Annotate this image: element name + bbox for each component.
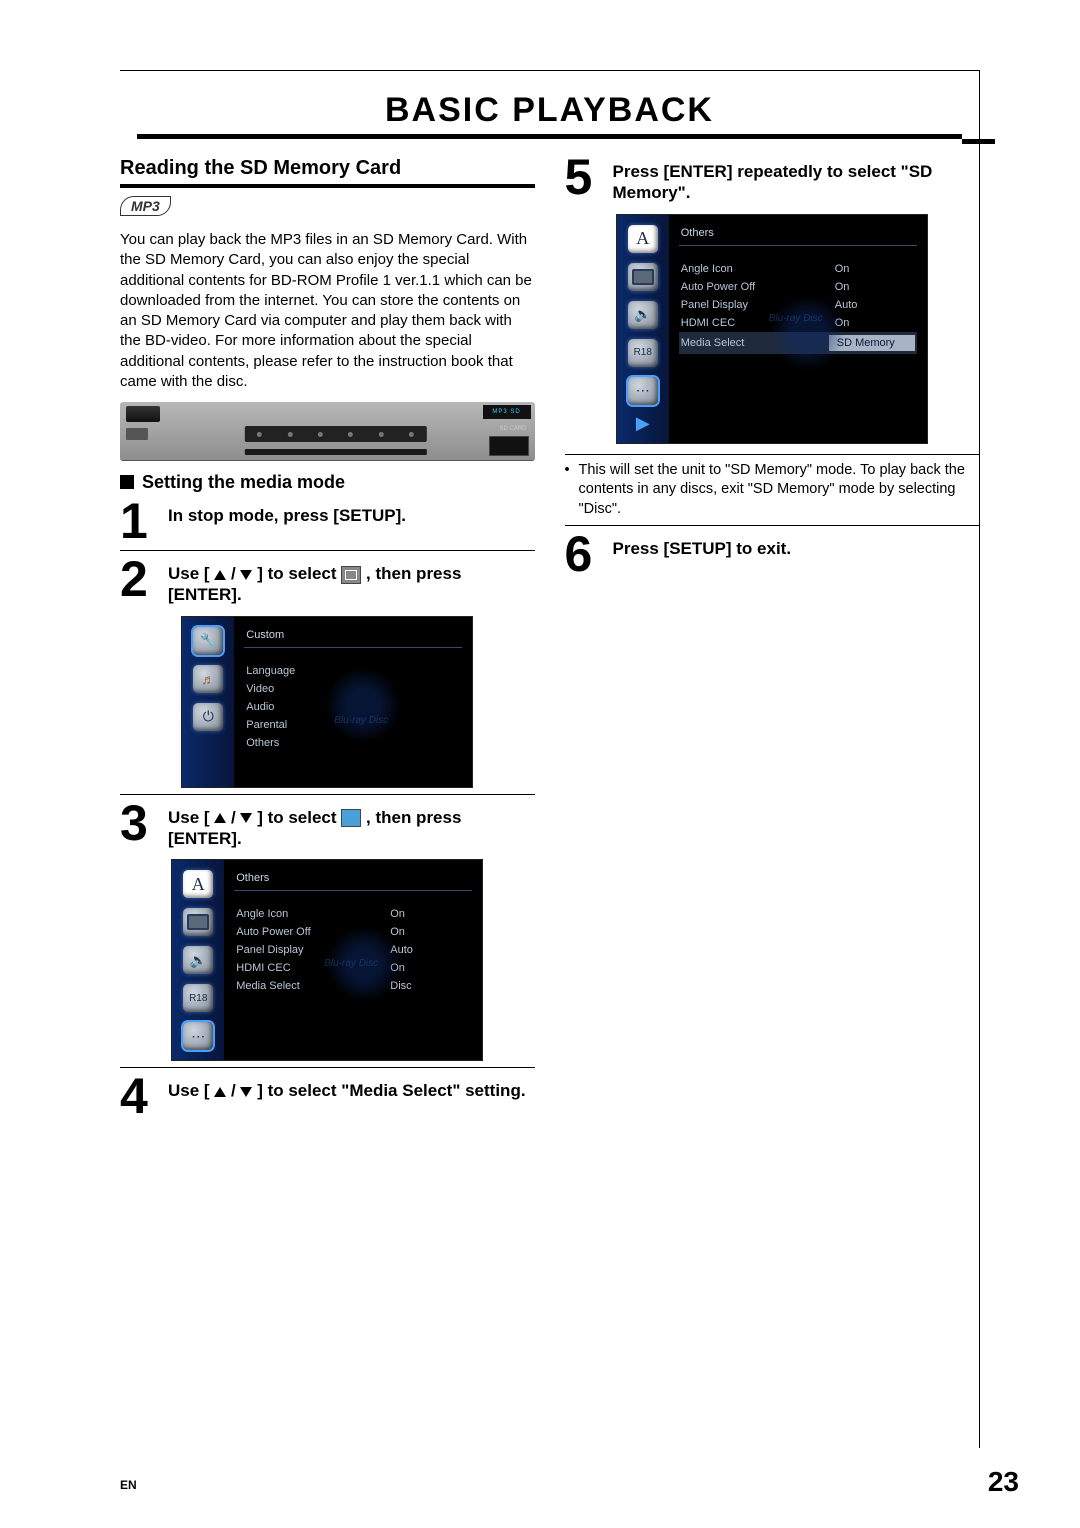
osd-row: Angle IconOn	[234, 905, 472, 923]
osd-category: Custom	[244, 625, 462, 648]
step-1: 1 In stop mode, press [SETUP].	[120, 499, 535, 544]
down-arrow-icon	[240, 1087, 252, 1097]
osd-icon-A: A	[183, 870, 213, 898]
bullet-dot-icon: •	[565, 461, 579, 520]
osd-icon-monitor	[628, 263, 658, 291]
step-number: 5	[565, 155, 613, 200]
step-text: In stop mode, press [SETUP].	[168, 499, 406, 526]
down-arrow-icon	[240, 570, 252, 580]
step-3: 3 Use [ / ] to select , then press [ENTE…	[120, 794, 535, 850]
page-number: 23	[988, 1466, 1019, 1498]
intro-paragraph: You can play back the MP3 files in an SD…	[120, 230, 535, 392]
step-number: 1	[120, 499, 168, 544]
device-panel: MP3 SD	[483, 405, 531, 419]
step-2: 2 Use [ / ] to select , then press [ENTE…	[120, 550, 535, 606]
osd-icon-speaker: 🔈	[183, 946, 213, 974]
step-text: Press [ENTER] repeatedly to select "SD M…	[613, 155, 980, 204]
custom-menu-icon	[341, 566, 361, 584]
up-arrow-icon	[214, 813, 226, 823]
page-language-code: EN	[120, 1478, 137, 1492]
down-arrow-icon	[240, 813, 252, 823]
section-title-text: Reading the SD Memory Card	[120, 157, 401, 180]
step-text: Use [ / ] to select "Media Select" setti…	[168, 1074, 526, 1101]
device-disc-slot	[244, 449, 426, 455]
step-number: 4	[120, 1074, 168, 1119]
osd-category: Others	[234, 868, 472, 891]
up-arrow-icon	[214, 1087, 226, 1097]
left-column: Reading the SD Memory Card MP3 You can p…	[120, 153, 535, 1119]
osd-screenshot-custom: 🔧 ♬ ⏻ Blu-ray Disc Custom Language Video…	[181, 616, 473, 788]
osd-icon-sliders: ♬	[193, 665, 223, 693]
step-number: 2	[120, 557, 168, 602]
step-text: Press [SETUP] to exit.	[613, 532, 792, 559]
device-sd-label: SD CARD	[499, 426, 526, 432]
step-number: 3	[120, 801, 168, 846]
title-rule	[137, 134, 962, 139]
bluray-watermark-text: Blu-ray Disc	[324, 958, 378, 969]
osd-icon-others: ⋯	[628, 377, 658, 405]
square-bullet-icon	[120, 475, 134, 489]
step-5: 5 Press [ENTER] repeatedly to select "SD…	[565, 155, 980, 204]
osd-icon-monitor	[183, 908, 213, 936]
osd-row: Auto Power OffOn	[679, 278, 917, 296]
device-controls	[244, 426, 426, 442]
subheading: Setting the media mode	[120, 472, 535, 493]
bluray-watermark-text: Blu-ray Disc	[769, 313, 823, 324]
device-sd-tray	[489, 436, 529, 456]
step-6: 6 Press [SETUP] to exit.	[565, 525, 980, 577]
osd-screenshot-others-sdmemory: A 🔈 R18 ⋯ ▶ Blu-ray Disc Others Angle Ic…	[616, 214, 928, 444]
osd-icon-wrench: 🔧	[193, 627, 223, 655]
note-text: This will set the unit to "SD Memory" mo…	[579, 461, 980, 520]
others-menu-icon	[341, 809, 361, 827]
osd-icon-speaker: 🔈	[628, 301, 658, 329]
page-title: BASIC PLAYBACK	[120, 91, 979, 130]
bluray-watermark-icon	[325, 667, 401, 743]
note-block: •This will set the unit to "SD Memory" m…	[565, 454, 980, 520]
step-text: Use [ / ] to select , then press [ENTER]…	[168, 557, 535, 606]
step-text: Use [ / ] to select , then press [ENTER]…	[168, 801, 535, 850]
step-4: 4 Use [ / ] to select "Media Select" set…	[120, 1067, 535, 1119]
step-number: 6	[565, 532, 613, 577]
bluray-watermark-text: Blu-ray Disc	[334, 715, 388, 726]
right-column: 5 Press [ENTER] repeatedly to select "SD…	[565, 153, 980, 1119]
osd-icon-others: ⋯	[183, 1022, 213, 1050]
device-illustration: MP3 SD SD CARD	[120, 402, 535, 460]
osd-category: Others	[679, 223, 917, 246]
osd-icon-gear: ⏻	[193, 703, 223, 731]
format-badge: MP3	[120, 196, 171, 216]
osd-icon-rating: R18	[628, 339, 658, 367]
osd-icon-right-arrow: ▶	[634, 415, 652, 433]
osd-icon-rating: R18	[183, 984, 213, 1012]
up-arrow-icon	[214, 570, 226, 580]
bluray-watermark-icon	[770, 295, 846, 371]
osd-icon-A: A	[628, 225, 658, 253]
section-title: Reading the SD Memory Card	[120, 157, 535, 188]
osd-screenshot-others-disc: A 🔈 R18 ⋯ Blu-ray Disc Others Angle Icon…	[171, 859, 483, 1061]
osd-row: Angle IconOn	[679, 260, 917, 278]
